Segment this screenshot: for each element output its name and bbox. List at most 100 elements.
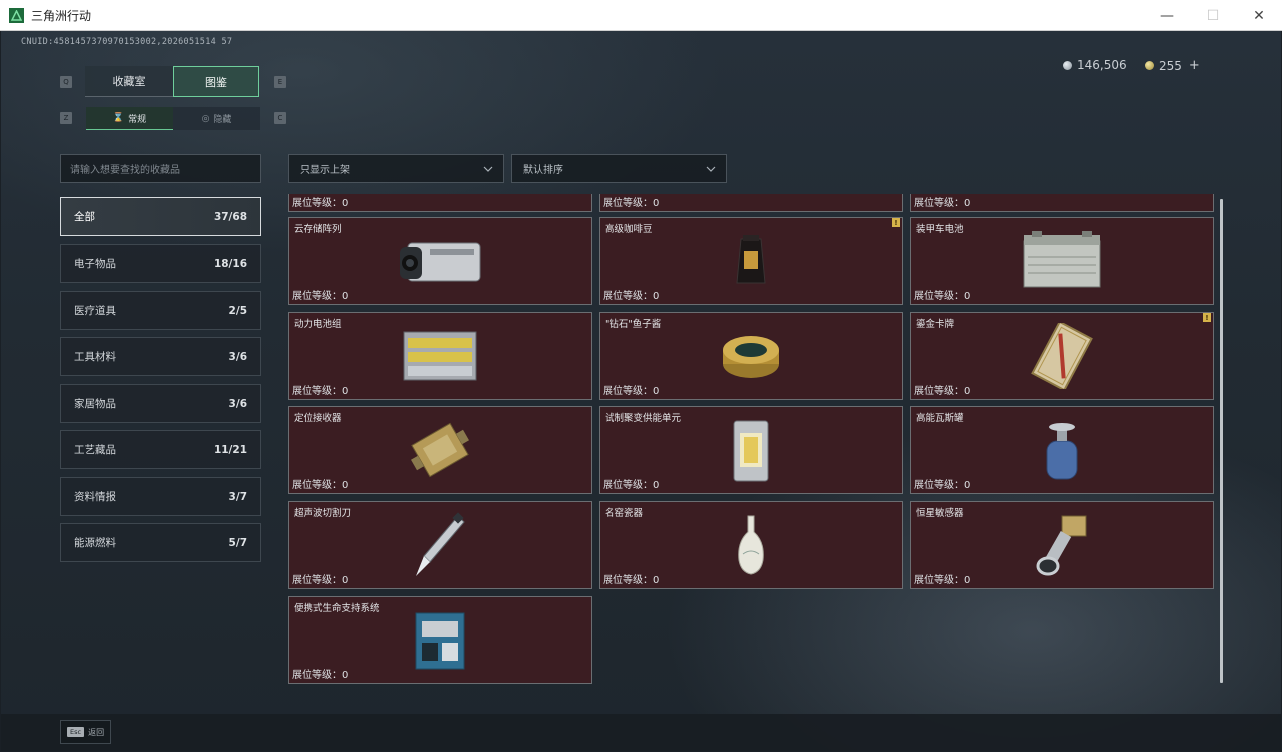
shelf-filter-value: 只显示上架: [300, 165, 350, 176]
category-energy[interactable]: 能源燃料 5/7: [60, 523, 261, 562]
item-card-star-sensor[interactable]: 恒星敏感器 展位等级：0: [910, 501, 1214, 589]
item-level: 展位等级：0: [603, 386, 660, 397]
category-label: 电子物品: [74, 258, 116, 270]
item-name: 名窑瓷器: [605, 508, 644, 519]
key-hint-c: C: [274, 112, 286, 124]
category-label: 能源燃料: [74, 537, 116, 549]
game-screen: CNUID:4581457370970153002,2026051514 57 …: [1, 31, 1281, 751]
fusion-cell-icon: [733, 420, 769, 482]
item-card-life-support[interactable]: 便携式生命支持系统 展位等级：0: [288, 596, 592, 684]
grid-scrollbar[interactable]: [1220, 199, 1223, 683]
coffee-bag-icon: [736, 235, 766, 284]
category-count: 2/5: [228, 304, 247, 317]
item-name: 高能瓦斯罐: [916, 413, 964, 424]
item-card-gilded-card[interactable]: 鎏金卡牌 ! 展位等级：0: [910, 312, 1214, 400]
item-level: 展位等级：0: [914, 198, 971, 209]
category-count: 3/7: [228, 490, 247, 503]
item-level: 展位等级：0: [603, 575, 660, 586]
item-card[interactable]: 展位等级：0: [910, 194, 1214, 212]
sort-dropdown[interactable]: 默认排序: [511, 154, 727, 183]
star-sensor-icon: [1036, 515, 1087, 576]
minimize-button[interactable]: —: [1144, 0, 1190, 31]
category-count: 3/6: [228, 350, 247, 363]
silver-amount: 146,506: [1077, 58, 1127, 72]
subtab-hidden-label: 隐藏: [213, 115, 232, 125]
item-card-gps-receiver[interactable]: 定位接收器 展位等级：0: [288, 406, 592, 494]
category-all[interactable]: 全部 37/68: [60, 197, 261, 236]
item-level: 展位等级：0: [292, 291, 349, 302]
ultrasonic-knife-icon: [416, 512, 465, 576]
category-tools[interactable]: 工具材料 3/6: [60, 337, 261, 376]
tab-collection-room[interactable]: 收藏室: [85, 66, 173, 97]
gold-coin-icon: [1145, 61, 1154, 70]
category-label: 资料情报: [74, 491, 116, 503]
search-input[interactable]: 请输入想要查找的收藏品: [60, 154, 261, 183]
subtab-normal[interactable]: ⌛ 常规: [86, 107, 173, 130]
item-level: 展位等级：0: [292, 198, 349, 209]
window-titlebar: 三角洲行动 — ☐ ✕: [0, 0, 1282, 31]
uid-text: CNUID:4581457370970153002,2026051514 57: [21, 37, 233, 47]
add-currency-button[interactable]: +: [1189, 58, 1200, 73]
key-hint-z: Z: [60, 112, 72, 124]
item-card-fusion-cell[interactable]: 试制聚变供能单元 展位等级：0: [599, 406, 903, 494]
category-label: 医疗道具: [74, 305, 116, 317]
item-name: 定位接收器: [294, 413, 342, 424]
category-label: 工具材料: [74, 351, 116, 363]
category-count: 18/16: [213, 257, 247, 270]
category-count: 11/21: [213, 443, 247, 456]
item-level: 展位等级：0: [603, 291, 660, 302]
tab-catalog[interactable]: 图鉴: [173, 66, 259, 97]
item-grid: 展位等级：0 展位等级：0 展位等级：0 云存储阵列 展位等级：0 高级咖啡豆 …: [288, 194, 1214, 686]
item-level: 展位等级：0: [292, 575, 349, 586]
category-count: 5/7: [228, 536, 247, 549]
gold-amount: 255: [1159, 58, 1182, 73]
item-level: 展位等级：0: [914, 386, 971, 397]
caviar-tin-icon: [723, 336, 779, 378]
category-label: 工艺藏品: [74, 444, 116, 456]
window-title: 三角洲行动: [31, 8, 92, 23]
shelf-filter-dropdown[interactable]: 只显示上架: [288, 154, 504, 183]
category-electronics[interactable]: 电子物品 18/16: [60, 244, 261, 283]
category-crafts[interactable]: 工艺藏品 11/21: [60, 430, 261, 469]
maximize-button[interactable]: ☐: [1190, 0, 1236, 31]
battery-pack-icon: [403, 331, 477, 381]
bottom-bar: Esc 返回: [1, 714, 1281, 751]
porcelain-vase-icon: [738, 515, 764, 575]
item-card-cloud-storage[interactable]: 云存储阵列 展位等级：0: [288, 217, 592, 305]
item-card-coffee-beans[interactable]: 高级咖啡豆 ! 展位等级：0: [599, 217, 903, 305]
item-name: "钻石"鱼子酱: [605, 319, 662, 330]
item-card-power-battery[interactable]: 动力电池组 展位等级：0: [288, 312, 592, 400]
category-count: 3/6: [228, 397, 247, 410]
gilded-card-icon: [1031, 323, 1093, 389]
category-household[interactable]: 家居物品 3/6: [60, 384, 261, 423]
server-array-icon: [400, 242, 481, 282]
esc-key-hint: Esc: [67, 727, 85, 737]
item-level: 展位等级：0: [292, 670, 349, 681]
item-level: 展位等级：0: [603, 480, 660, 491]
item-card-porcelain[interactable]: 名窑瓷器 展位等级：0: [599, 501, 903, 589]
item-name: 动力电池组: [294, 319, 342, 330]
alert-badge-icon: !: [892, 218, 900, 227]
car-battery-icon: [1023, 231, 1101, 288]
item-card-armored-battery[interactable]: 装甲车电池 展位等级：0: [910, 217, 1214, 305]
mask-icon: ◎: [201, 113, 210, 124]
item-card-ultrasonic-knife[interactable]: 超声波切割刀 展位等级：0: [288, 501, 592, 589]
gps-receiver-icon: [411, 422, 469, 478]
item-card[interactable]: 展位等级：0: [599, 194, 903, 212]
close-button[interactable]: ✕: [1236, 0, 1282, 31]
category-medical[interactable]: 医疗道具 2/5: [60, 291, 261, 330]
back-button[interactable]: Esc 返回: [60, 720, 112, 744]
item-card[interactable]: 展位等级：0: [288, 194, 592, 212]
sort-value: 默认排序: [523, 165, 563, 176]
category-label: 全部: [74, 211, 95, 223]
silver-currency: 146,506: [1063, 58, 1127, 72]
item-card-gas-canister[interactable]: 高能瓦斯罐 展位等级：0: [910, 406, 1214, 494]
item-card-caviar[interactable]: "钻石"鱼子酱 展位等级：0: [599, 312, 903, 400]
item-name: 装甲车电池: [916, 224, 964, 235]
alert-badge-icon: !: [1203, 313, 1211, 322]
item-level: 展位等级：0: [292, 386, 349, 397]
item-name: 超声波切割刀: [294, 508, 352, 519]
subtab-hidden[interactable]: ◎ 隐藏: [173, 107, 260, 130]
category-intel[interactable]: 资料情报 3/7: [60, 477, 261, 516]
hourglass-icon: ⌛: [112, 113, 125, 123]
